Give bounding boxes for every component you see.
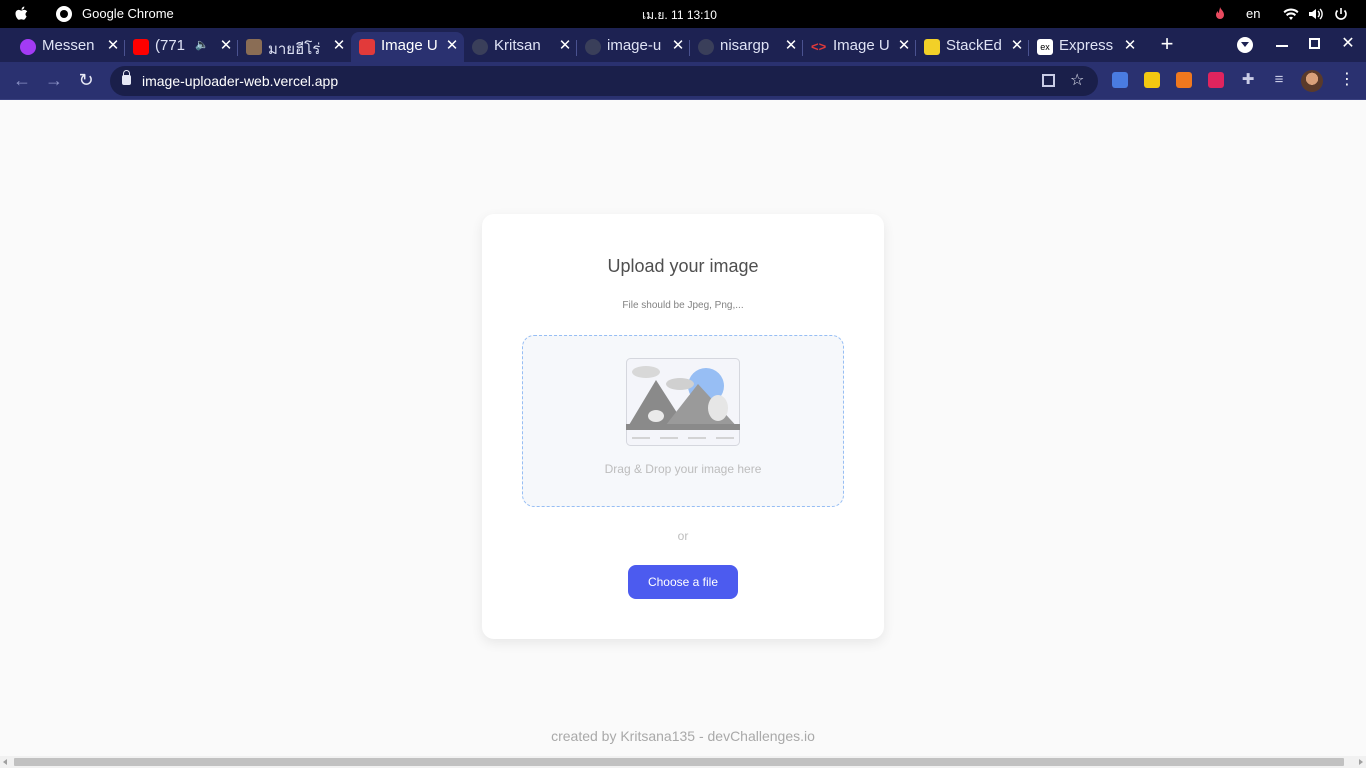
tab-label: Kritsan xyxy=(494,37,541,54)
tab-close-icon[interactable]: ✕ xyxy=(445,36,459,56)
reload-icon[interactable]: ↻ xyxy=(74,68,98,92)
media-icon[interactable]: ≡ xyxy=(1271,72,1287,88)
tab-close-icon[interactable]: ✕ xyxy=(1123,36,1137,56)
tab-label: มายฮีโร่ xyxy=(268,41,321,58)
apple-icon[interactable] xyxy=(14,5,30,23)
scrollbar-thumb[interactable] xyxy=(14,758,1344,766)
window-maximize-icon[interactable] xyxy=(1309,38,1320,49)
tab-close-icon[interactable]: ✕ xyxy=(558,36,572,56)
kebab-menu-icon[interactable]: ⋮ xyxy=(1339,70,1355,90)
github-icon xyxy=(472,39,488,55)
image-placeholder-icon xyxy=(626,358,740,446)
or-divider-label: or xyxy=(677,529,689,543)
tab-label: nisargp xyxy=(720,37,770,54)
tab-image-uploader-active[interactable]: Image U ✕ xyxy=(351,32,464,62)
tab-search-icon[interactable] xyxy=(1237,37,1253,53)
tab-stackedit[interactable]: StackEd ✕ xyxy=(916,32,1029,62)
scroll-right-icon[interactable] xyxy=(1359,759,1363,765)
tab-close-icon[interactable]: ✕ xyxy=(897,36,911,56)
os-clock[interactable]: เม.ย. 11 13:10 xyxy=(642,6,717,25)
chrome-icon xyxy=(56,6,72,22)
messenger-icon xyxy=(20,39,36,55)
tab-express[interactable]: ex Express ✕ xyxy=(1029,32,1142,62)
youtube-icon xyxy=(133,39,149,55)
tab-close-icon[interactable]: ✕ xyxy=(219,36,233,56)
wifi-icon[interactable] xyxy=(1283,7,1299,21)
address-bar[interactable]: image-uploader-web.vercel.app ☆ xyxy=(110,66,1098,96)
tab-label: image-u xyxy=(607,37,662,54)
upload-icon[interactable] xyxy=(1208,72,1224,88)
window-close-icon[interactable]: ✕ xyxy=(1340,33,1356,55)
express-icon: ex xyxy=(1037,39,1053,55)
tab-strip: Messen ✕ (771 🔈 ✕ มายฮีโร่ ✕ Image U ✕ K… xyxy=(0,28,1366,62)
browser-toolbar: ← → ↻ image-uploader-web.vercel.app ☆ ✚ … xyxy=(0,62,1366,100)
tab-myhero[interactable]: มายฮีโร่ ✕ xyxy=(238,32,351,62)
tab-label: (771 xyxy=(155,37,186,54)
language-indicator[interactable]: en xyxy=(1246,6,1260,21)
volume-icon[interactable] xyxy=(1308,7,1324,21)
power-icon[interactable] xyxy=(1334,7,1348,21)
github-icon xyxy=(698,39,714,55)
stackedit-icon xyxy=(924,39,940,55)
page-title: Upload your image xyxy=(607,256,759,276)
window-minimize-icon[interactable] xyxy=(1276,45,1288,47)
tab-messenger[interactable]: Messen ✕ xyxy=(12,32,125,62)
tab-label: StackEd xyxy=(946,37,1002,54)
page-content: Upload your image File should be Jpeg, P… xyxy=(0,100,1366,756)
address-bar-url[interactable]: image-uploader-web.vercel.app xyxy=(142,73,338,89)
tab-youtube[interactable]: (771 🔈 ✕ xyxy=(125,32,238,62)
tab-github-image-uploader[interactable]: image-u ✕ xyxy=(577,32,690,62)
tab-github-kritsana[interactable]: Kritsan ✕ xyxy=(464,32,577,62)
image-uploader-icon xyxy=(359,39,375,55)
file-type-hint: File should be Jpeg, Png,... xyxy=(622,300,744,311)
bookmark-star-icon[interactable]: ☆ xyxy=(1070,70,1084,90)
flame-tray-icon[interactable] xyxy=(1214,6,1226,22)
tab-close-icon[interactable]: ✕ xyxy=(332,36,346,56)
new-tab-plus-icon[interactable]: + xyxy=(1157,33,1177,57)
tab-label: Messen xyxy=(42,37,95,54)
avatar[interactable] xyxy=(1301,70,1323,92)
tab-close-icon[interactable]: ✕ xyxy=(671,36,685,56)
drop-zone[interactable]: Drag & Drop your image here xyxy=(522,335,844,507)
tab-label: Express xyxy=(1059,37,1114,54)
tab-image-uploader-2[interactable]: <> Image U ✕ xyxy=(803,32,916,62)
forward-arrow-icon[interactable]: → xyxy=(42,68,66,92)
tab-label: Image U xyxy=(833,37,889,54)
upload-card: Upload your image File should be Jpeg, P… xyxy=(482,214,884,639)
notes-icon[interactable] xyxy=(1144,72,1160,88)
back-arrow-icon[interactable]: ← xyxy=(10,68,34,92)
github-icon xyxy=(585,39,601,55)
audio-playing-icon[interactable]: 🔈 xyxy=(195,38,209,51)
scroll-left-icon[interactable] xyxy=(3,759,7,765)
favicon-icon xyxy=(246,39,262,55)
qr-code-icon[interactable] xyxy=(1042,74,1055,87)
tab-close-icon[interactable]: ✕ xyxy=(106,36,120,56)
translate-icon[interactable] xyxy=(1112,72,1128,88)
puzzle-icon[interactable]: ✚ xyxy=(1240,72,1256,88)
horizontal-scrollbar[interactable] xyxy=(0,756,1366,768)
tab-label: Image U xyxy=(381,37,437,54)
choose-file-button[interactable]: Choose a file xyxy=(628,565,738,599)
tab-github-nisarg[interactable]: nisargp ✕ xyxy=(690,32,803,62)
lock-icon[interactable] xyxy=(122,70,131,85)
tab-close-icon[interactable]: ✕ xyxy=(1010,36,1024,56)
os-app-name: Google Chrome xyxy=(82,6,174,21)
footer-credit: created by Kritsana135 - devChallenges.i… xyxy=(551,728,815,744)
lh-icon[interactable] xyxy=(1176,72,1192,88)
drop-zone-label: Drag & Drop your image here xyxy=(604,462,762,476)
tab-close-icon[interactable]: ✕ xyxy=(784,36,798,56)
os-top-bar: Google Chrome เม.ย. 11 13:10 en xyxy=(0,0,1366,28)
code-icon: <> xyxy=(811,39,827,54)
